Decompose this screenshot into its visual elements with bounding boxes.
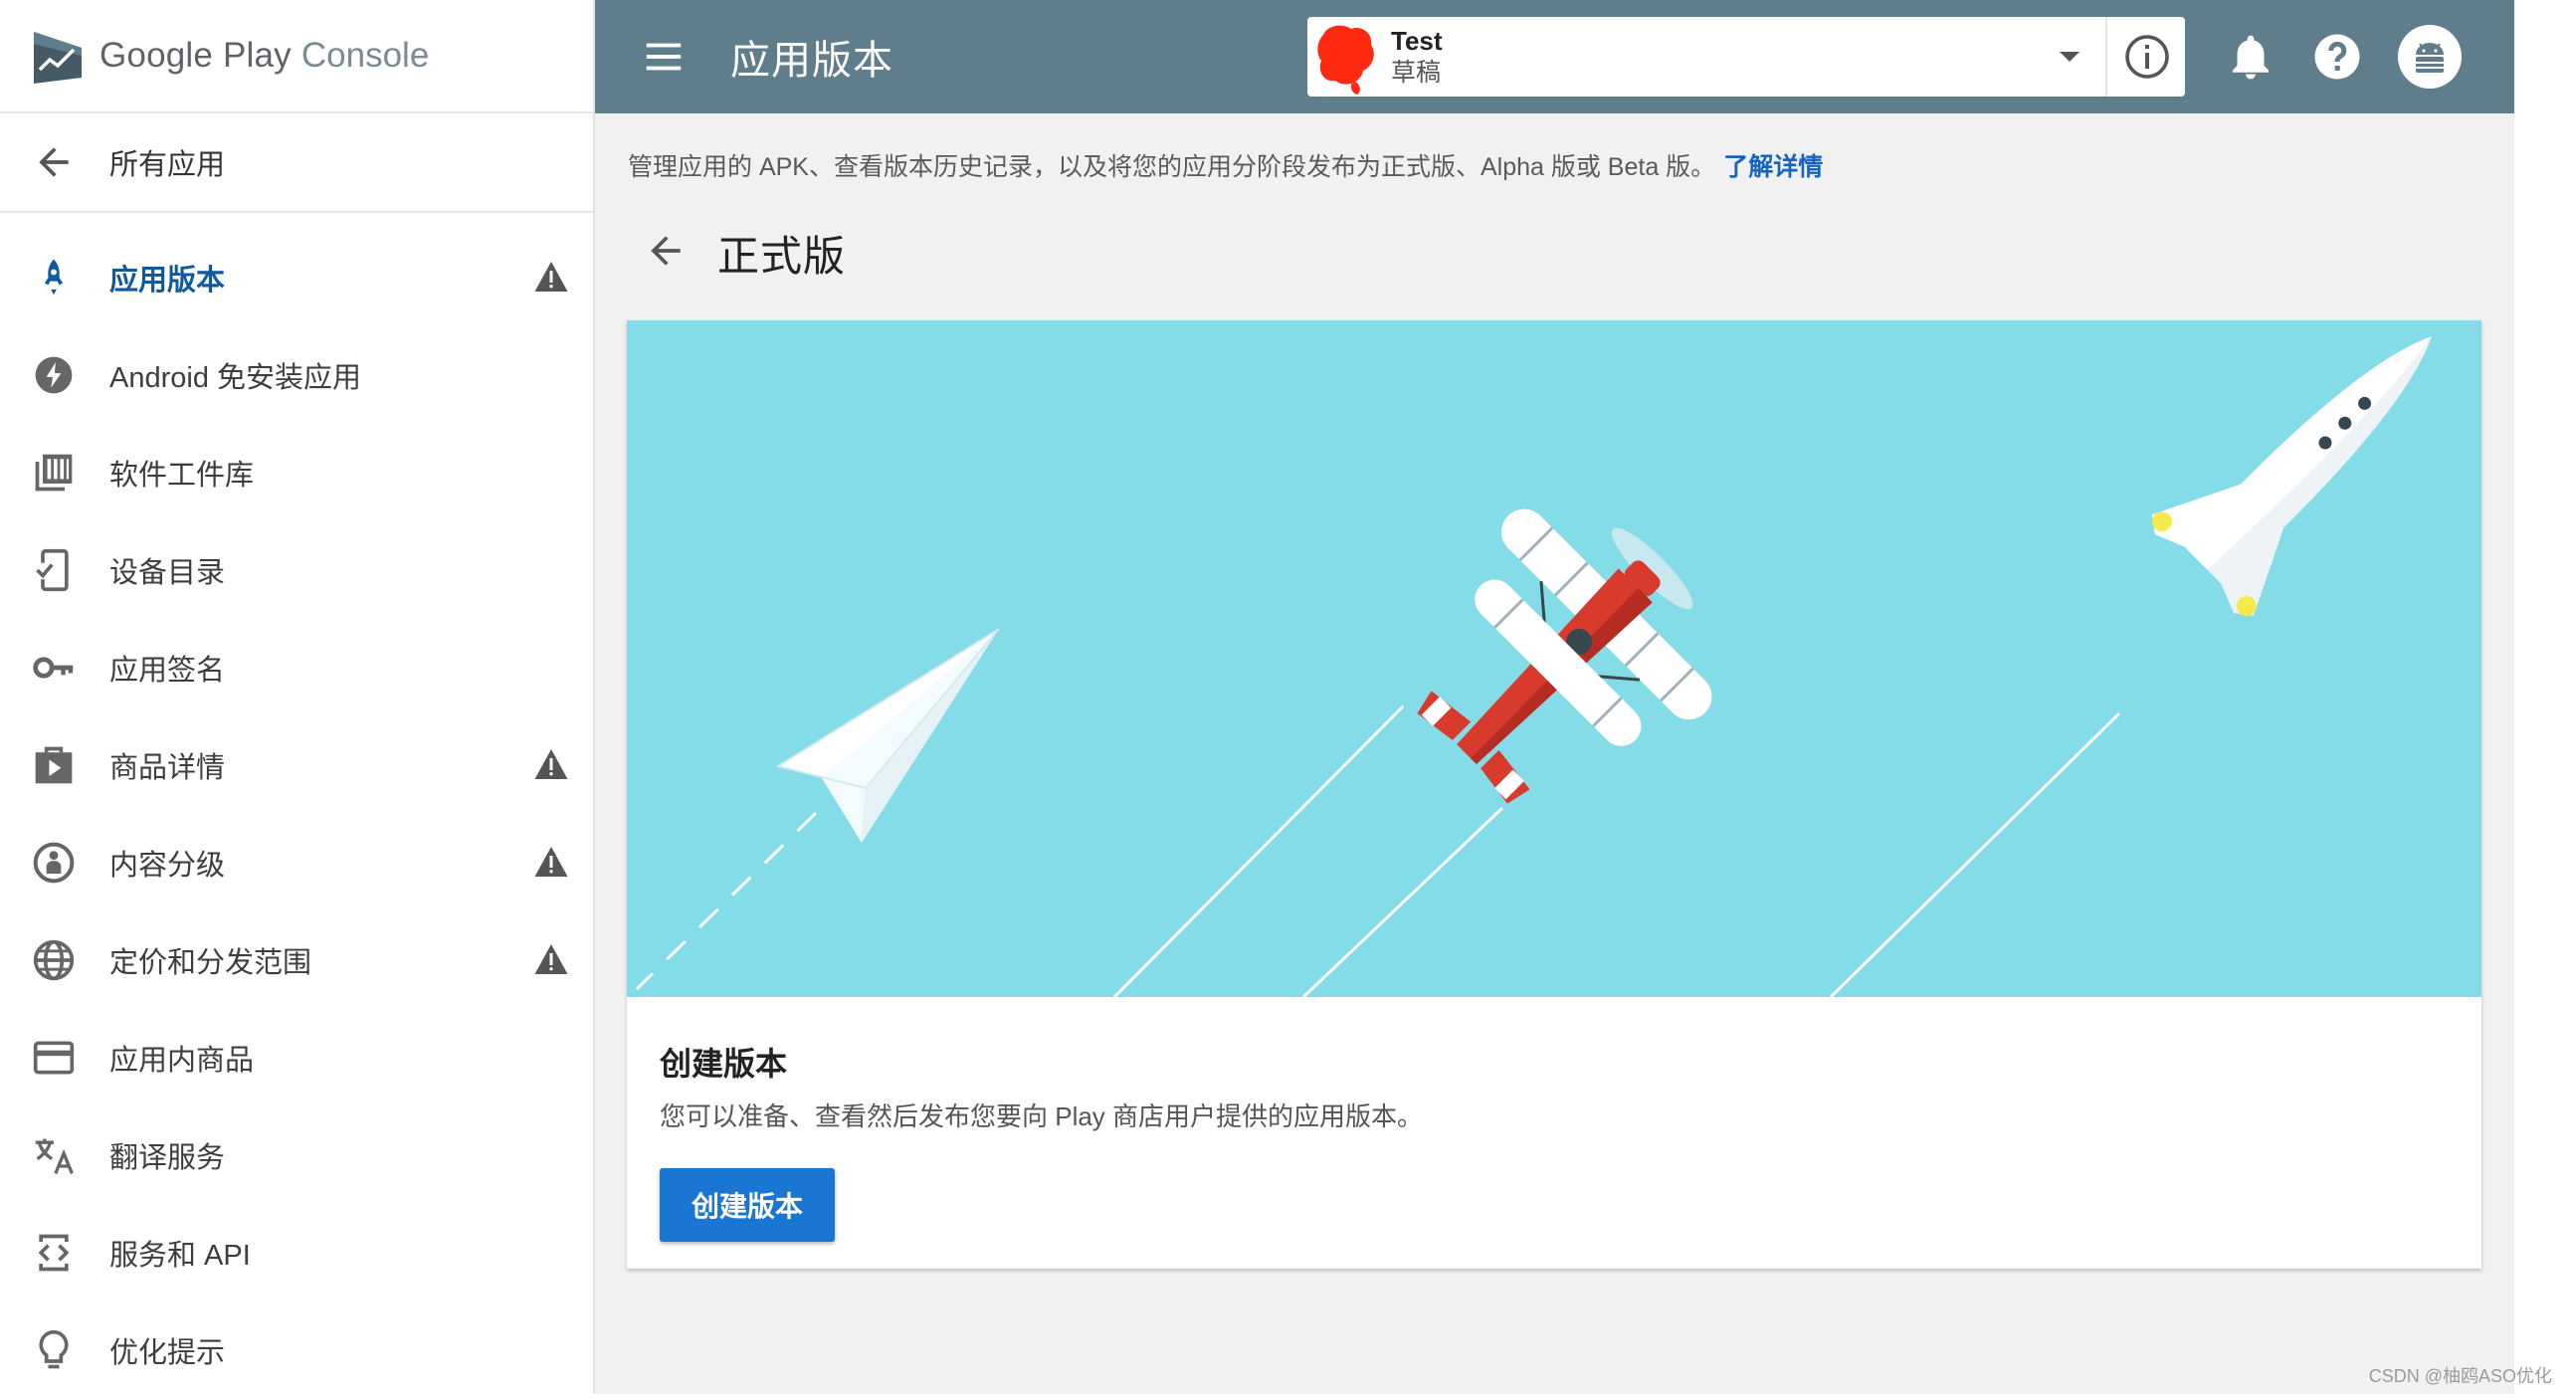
sidebar-item-content-rating[interactable]: 内容分级 xyxy=(0,814,593,911)
sidebar: Google Play Console 所有应用 应用版本 Android 免安… xyxy=(0,0,595,1394)
device-check-icon xyxy=(32,548,76,592)
sidebar-item-instant-apps[interactable]: Android 免安装应用 xyxy=(0,326,593,424)
sidebar-item-label: 商品详情 xyxy=(109,752,226,784)
sidebar-item-label: 优化提示 xyxy=(109,1337,226,1369)
top-app-bar: 应用版本 Test 草稿 xyxy=(595,0,2514,113)
sidebar-item-label: 应用内商品 xyxy=(109,1045,255,1077)
notifications-bell-icon[interactable] xyxy=(2224,30,2278,84)
rocket-illustration xyxy=(2151,336,2432,617)
create-release-button[interactable]: 创建版本 xyxy=(660,1168,835,1242)
app-icon xyxy=(1317,25,1374,95)
sidebar-item-label: 翻译服务 xyxy=(109,1142,226,1174)
page-description: 管理应用的 APK、查看版本历史记录，以及将您的应用分阶段发布为正式版、Alph… xyxy=(628,147,1823,183)
brand-logo[interactable]: Google Play Console xyxy=(0,0,593,113)
key-icon xyxy=(32,646,76,690)
sidebar-item-app-signing[interactable]: 应用签名 xyxy=(0,619,593,716)
sidebar-item-store-listing[interactable]: 商品详情 xyxy=(0,716,593,814)
sidebar-item-services-api[interactable]: 服务和 API xyxy=(0,1204,593,1301)
rating-icon xyxy=(32,841,76,885)
app-selector[interactable]: Test 草稿 xyxy=(1307,17,2185,97)
arrow-back-icon[interactable] xyxy=(644,229,688,273)
description-text: 管理应用的 APK、查看版本历史记录，以及将您的应用分阶段发布为正式版、Alph… xyxy=(628,153,1716,181)
main-content: 管理应用的 APK、查看版本历史记录，以及将您的应用分阶段发布为正式版、Alph… xyxy=(595,113,2514,1394)
all-apps-link[interactable]: 所有应用 xyxy=(0,113,593,213)
sidebar-item-pricing-distribution[interactable]: 定价和分发范围 xyxy=(0,911,593,1009)
app-info: Test 草稿 xyxy=(1391,25,1443,89)
paper-plane-illustration xyxy=(775,628,1000,843)
sidebar-item-in-app-products[interactable]: 应用内商品 xyxy=(0,1009,593,1106)
credit-card-icon xyxy=(32,1036,76,1080)
sidebar-item-artifact-library[interactable]: 软件工件库 xyxy=(0,424,593,521)
release-illustration xyxy=(635,336,2432,997)
sidebar-item-label: 软件工件库 xyxy=(109,460,255,492)
library-icon xyxy=(32,451,76,495)
warning-icon xyxy=(534,262,568,292)
api-icon xyxy=(32,1231,76,1275)
right-edge xyxy=(2514,0,2576,1394)
warning-icon xyxy=(534,847,568,877)
brand-google-play: Google Play xyxy=(99,36,292,75)
page-title: 应用版本 xyxy=(730,39,893,83)
brand-console: Console xyxy=(300,36,430,75)
help-icon[interactable] xyxy=(2310,30,2364,84)
learn-more-link[interactable]: 了解详情 xyxy=(1723,153,1823,181)
card-description: 您可以准备、查看然后发布您要向 Play 商店用户提供的应用版本。 xyxy=(660,1101,1424,1131)
lightbulb-icon xyxy=(32,1328,76,1372)
sidebar-item-label: Android 免安装应用 xyxy=(109,362,362,394)
sidebar-item-translation[interactable]: 翻译服务 xyxy=(0,1106,593,1204)
menu-icon[interactable] xyxy=(641,34,687,80)
all-apps-label: 所有应用 xyxy=(109,149,226,181)
card-title: 创建版本 xyxy=(660,1046,788,1082)
watermark: CSDN @柚鸥ASO优化 xyxy=(2368,1366,2552,1386)
sidebar-item-label: 应用签名 xyxy=(109,655,226,687)
hero-illustration xyxy=(627,320,2481,997)
app-status: 草稿 xyxy=(1391,59,1442,87)
warning-icon xyxy=(534,749,568,779)
warning-icon xyxy=(534,944,568,974)
app-name: Test xyxy=(1391,26,1443,56)
sidebar-item-label: 内容分级 xyxy=(109,850,226,882)
info-icon[interactable] xyxy=(2123,33,2171,81)
divider xyxy=(2105,17,2107,97)
create-release-card: 创建版本 您可以准备、查看然后发布您要向 Play 商店用户提供的应用版本。 创… xyxy=(627,320,2481,1269)
android-avatar-icon xyxy=(2416,43,2444,73)
biplane-illustration xyxy=(1417,508,1712,804)
sidebar-item-label: 服务和 API xyxy=(109,1240,251,1272)
bolt-icon xyxy=(32,353,76,397)
store-bag-icon xyxy=(32,743,76,787)
rocket-icon xyxy=(32,256,76,300)
sidebar-nav: 应用版本 Android 免安装应用 软件工件库 设备目录 应用签名 商品详情 … xyxy=(0,213,593,1399)
sidebar-item-device-catalog[interactable]: 设备目录 xyxy=(0,521,593,619)
sidebar-item-label: 定价和分发范围 xyxy=(109,947,312,979)
chevron-down-icon xyxy=(2060,52,2080,62)
account-avatar[interactable] xyxy=(2398,25,2462,89)
sidebar-item-optimization-tips[interactable]: 优化提示 xyxy=(0,1301,593,1399)
sidebar-item-label: 应用版本 xyxy=(109,265,226,297)
globe-icon xyxy=(32,938,76,982)
sidebar-item-app-releases[interactable]: 应用版本 xyxy=(0,229,593,326)
section-title: 正式版 xyxy=(717,233,847,280)
play-console-logo-icon xyxy=(34,32,82,84)
sidebar-item-label: 设备目录 xyxy=(109,557,226,589)
translate-icon xyxy=(32,1133,76,1177)
arrow-back-icon xyxy=(39,147,69,177)
